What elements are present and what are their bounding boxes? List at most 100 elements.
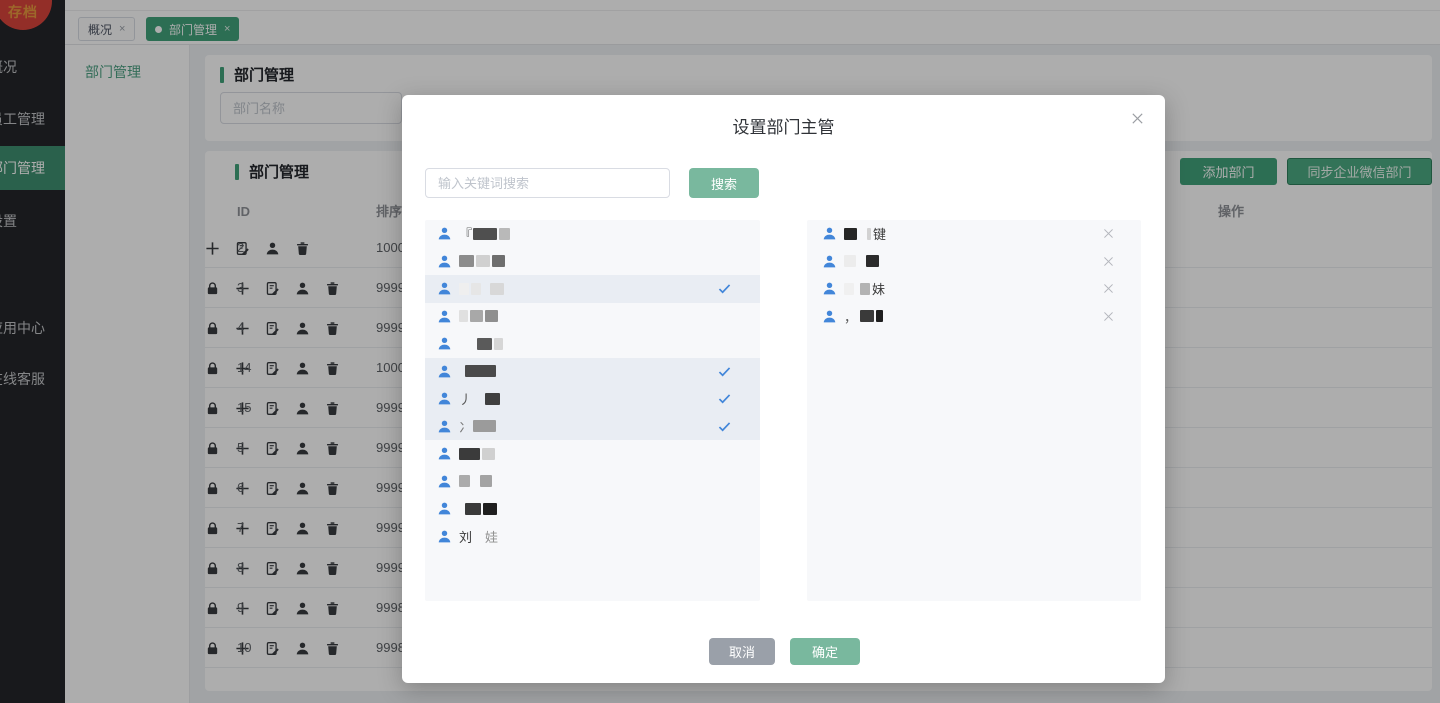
member-name-redacted [459, 475, 494, 488]
member-name-redacted [459, 502, 499, 515]
redaction-gap [472, 481, 480, 482]
candidate-row[interactable] [425, 357, 760, 385]
redaction-block [483, 502, 497, 515]
person-icon [822, 309, 837, 324]
close-icon[interactable] [1130, 111, 1145, 126]
redaction-block [844, 255, 856, 268]
redaction-block [876, 310, 884, 323]
person-icon [437, 254, 452, 269]
name-fragment: 键 [873, 227, 887, 243]
redaction-block [476, 255, 490, 268]
redaction-block [471, 282, 481, 295]
redaction-block [465, 502, 481, 515]
person-icon [437, 391, 452, 406]
member-name-redacted: 丿 [459, 389, 502, 408]
redaction-gap [859, 233, 867, 234]
member-name-redacted: 妹 [844, 279, 886, 298]
person-icon [437, 281, 452, 296]
confirm-button[interactable]: 确定 [790, 638, 860, 665]
redaction-gap [459, 343, 477, 344]
name-fragment: 刘 [459, 529, 473, 545]
redaction-gap [483, 288, 490, 289]
member-name-redacted: 『 [459, 224, 512, 243]
redaction-block [459, 310, 468, 323]
redaction-block [482, 447, 495, 460]
redaction-block [485, 310, 498, 323]
person-icon [437, 226, 452, 241]
redaction-block [860, 310, 875, 323]
redaction-block [866, 255, 879, 268]
person-icon [822, 254, 837, 269]
redaction-gap [473, 398, 485, 399]
member-name-redacted: 键 [844, 224, 887, 243]
redaction-block [485, 392, 501, 405]
candidate-row[interactable] [425, 468, 760, 496]
member-name-redacted [459, 365, 498, 378]
person-icon [437, 419, 452, 434]
name-fragment: ， [844, 309, 858, 325]
dialog-title: 设置部门主管 [732, 118, 835, 137]
candidate-row[interactable] [425, 330, 760, 358]
redaction-block [860, 282, 870, 295]
candidate-row[interactable]: 『 [425, 220, 760, 248]
member-name-redacted: ， [844, 307, 885, 326]
name-fragment: 冫 [459, 419, 473, 435]
person-icon [822, 226, 837, 241]
candidate-row[interactable]: 刘娃 [425, 523, 760, 551]
person-icon [437, 336, 452, 351]
redaction-block [480, 475, 492, 488]
member-name-redacted: 冫 [459, 417, 498, 436]
redaction-block [492, 255, 505, 268]
redaction-block [465, 365, 496, 378]
candidate-member-list: 『丿冫刘娃 [425, 220, 760, 601]
redaction-gap [473, 536, 485, 537]
redaction-block [459, 447, 480, 460]
selected-member-list: 键妹 ， [807, 220, 1141, 601]
selected-member-row: 键 [807, 220, 1141, 248]
member-name-redacted: 刘娃 [459, 527, 499, 546]
remove-icon[interactable] [1102, 282, 1115, 295]
redaction-block [459, 475, 470, 488]
check-icon [717, 419, 732, 434]
redaction-gap [858, 261, 866, 262]
candidate-row[interactable] [425, 440, 760, 468]
name-fragment: 娃 [485, 529, 499, 545]
member-name-redacted [844, 255, 881, 268]
remove-icon[interactable] [1102, 310, 1115, 323]
redaction-block [844, 227, 857, 240]
name-fragment: 『 [459, 227, 473, 243]
redaction-block [867, 227, 871, 240]
member-name-redacted [459, 255, 507, 268]
search-button[interactable]: 搜索 [689, 168, 759, 198]
member-name-redacted [459, 337, 505, 350]
check-icon [717, 281, 732, 296]
redaction-block [459, 255, 474, 268]
check-icon [717, 391, 732, 406]
keyword-search-input[interactable] [425, 168, 670, 198]
person-icon [437, 446, 452, 461]
member-name-redacted [459, 447, 497, 460]
candidate-row[interactable]: 丿 [425, 385, 760, 413]
redaction-block [459, 282, 469, 295]
redaction-block [494, 337, 503, 350]
person-icon [437, 529, 452, 544]
selected-member-row [807, 248, 1141, 276]
remove-icon[interactable] [1102, 255, 1115, 268]
set-department-manager-dialog: 设置部门主管 搜索 『丿冫刘娃 键妹 ， 取消 确定 [402, 95, 1165, 683]
candidate-row[interactable] [425, 495, 760, 523]
candidate-row[interactable] [425, 248, 760, 276]
person-icon [822, 281, 837, 296]
remove-icon[interactable] [1102, 227, 1115, 240]
selected-member-row: 妹 [807, 275, 1141, 303]
cancel-button[interactable]: 取消 [709, 638, 775, 665]
person-icon [437, 309, 452, 324]
redaction-block [499, 227, 511, 240]
check-icon [717, 364, 732, 379]
candidate-row[interactable]: 冫 [425, 412, 760, 440]
candidate-row[interactable] [425, 275, 760, 303]
name-fragment: 妹 [872, 282, 886, 298]
candidate-row[interactable] [425, 303, 760, 331]
redaction-block [470, 310, 483, 323]
selected-member-row: ， [807, 303, 1141, 331]
screen: 存档 概况员工管理部门管理设置应用中心在线客服 概况 × 部门管理 × 部门管理… [0, 0, 1440, 703]
